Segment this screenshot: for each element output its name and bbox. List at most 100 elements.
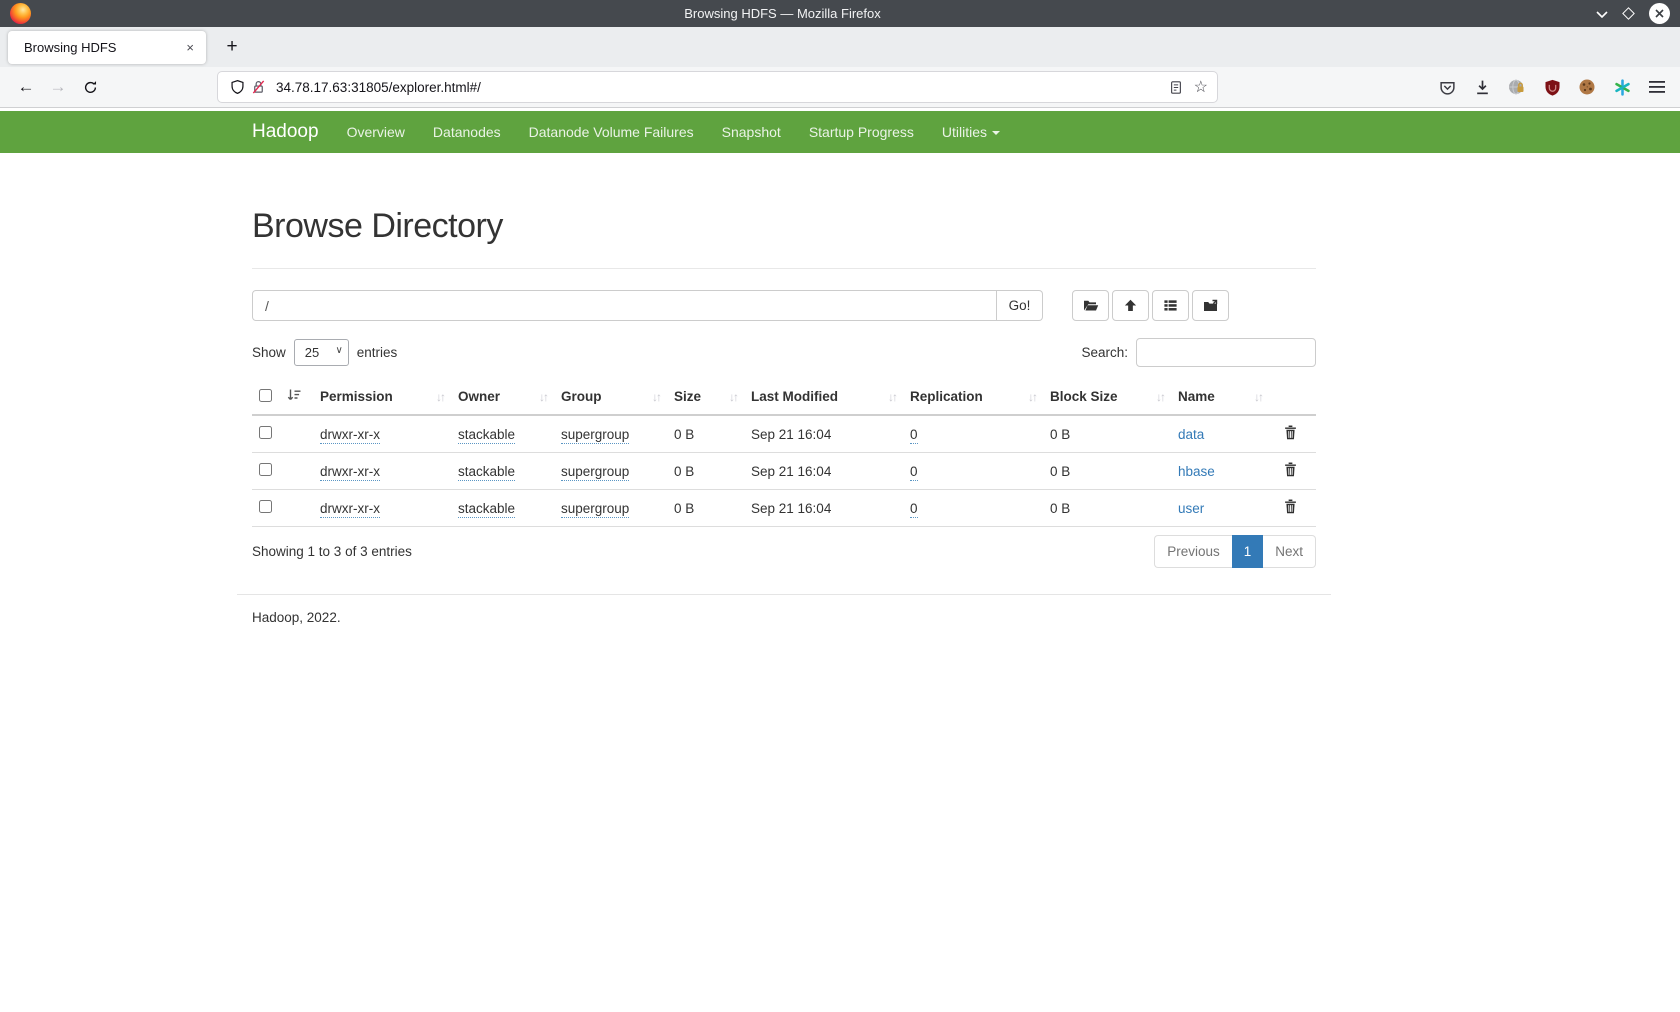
cell-actions [1276,415,1316,453]
select-all-checkbox[interactable] [259,389,272,402]
cell-actions [1276,490,1316,527]
downloads-icon[interactable] [1473,78,1491,96]
header-name[interactable]: Name↓↑ [1178,380,1276,415]
nav-item-datanode-volume-failures[interactable]: Datanode Volume Failures [515,111,708,153]
extension-globe-lock-icon[interactable] [1508,78,1526,96]
url-text[interactable]: 34.78.17.63:31805/explorer.html#/ [276,80,1166,95]
go-button[interactable]: Go! [997,290,1043,321]
directory-link[interactable]: user [1178,501,1204,516]
header-block-size[interactable]: Block Size↓↑ [1050,380,1178,415]
group-value[interactable]: supergroup [561,501,629,518]
row-checkbox[interactable] [259,500,272,513]
header-owner[interactable]: Owner↓↑ [458,380,561,415]
tab-browsing-hdfs[interactable]: Browsing HDFS × [8,31,206,64]
directory-link[interactable]: hbase [1178,464,1215,479]
header-group[interactable]: Group↓↑ [561,380,674,415]
close-window-icon[interactable] [1649,3,1670,24]
sort-arrows-icon[interactable]: ↓↑ [539,390,547,404]
delete-button[interactable] [1276,499,1297,514]
delete-button[interactable] [1276,425,1297,440]
nav-item-datanodes[interactable]: Datanodes [419,111,515,153]
tab-close-icon[interactable]: × [183,40,197,55]
next-page-button[interactable]: Next [1263,535,1316,568]
cell-permission: drwxr-xr-x [320,415,458,453]
menu-hamburger-icon[interactable] [1648,78,1666,96]
cell-name: user [1178,490,1276,527]
current-page-button[interactable]: 1 [1232,535,1264,568]
cell-group: supergroup [561,453,674,490]
header-replication[interactable]: Replication↓↑ [910,380,1050,415]
group-value[interactable]: supergroup [561,464,629,481]
sort-arrows-icon[interactable]: ↓↑ [652,390,660,404]
header-sort-state[interactable] [286,380,320,415]
replication-value[interactable]: 0 [910,464,918,481]
search-input[interactable] [1136,338,1316,367]
directory-table: Permission↓↑ Owner↓↑ Group↓↑ Size↓↑ Last… [252,380,1316,527]
cell-select [252,490,286,527]
header-size[interactable]: Size↓↑ [674,380,751,415]
owner-value[interactable]: stackable [458,464,515,481]
minimize-icon[interactable] [1596,6,1608,21]
group-value[interactable]: supergroup [561,427,629,444]
url-bar[interactable]: 34.78.17.63:31805/explorer.html#/ ☆ [218,72,1217,102]
upload-files-button[interactable] [1112,290,1149,321]
nav-item-utilities[interactable]: Utilities [928,111,1014,153]
cell-name: hbase [1178,453,1276,490]
cell-owner: stackable [458,453,561,490]
cell-sort-spacer [286,490,320,527]
asterisk-extension-icon[interactable] [1613,78,1631,96]
new-tab-button[interactable]: + [217,32,247,62]
header-select-all [252,380,286,415]
sort-arrows-icon[interactable]: ↓↑ [888,390,896,404]
operations-list-button[interactable] [1152,290,1189,321]
permission-value[interactable]: drwxr-xr-x [320,464,380,481]
permission-value[interactable]: drwxr-xr-x [320,427,380,444]
bookmark-star-icon[interactable]: ☆ [1194,77,1208,97]
back-button[interactable]: ← [10,71,42,103]
delete-button[interactable] [1276,462,1297,477]
sort-arrows-icon[interactable]: ↓↑ [1028,390,1036,404]
toolbar-extensions [1438,78,1670,96]
cell-select [252,453,286,490]
nav-item-startup-progress[interactable]: Startup Progress [795,111,928,153]
reader-mode-icon[interactable] [1169,80,1183,95]
sort-arrows-icon[interactable]: ↓↑ [1156,390,1164,404]
replication-value[interactable]: 0 [910,501,918,518]
header-last-modified[interactable]: Last Modified↓↑ [751,380,910,415]
window-titlebar: Browsing HDFS — Mozilla Firefox [0,0,1680,27]
sort-arrows-icon[interactable]: ↓↑ [1254,390,1262,404]
owner-value[interactable]: stackable [458,501,515,518]
footer-text: Hadoop, 2022. [252,610,1316,625]
row-checkbox[interactable] [259,426,272,439]
window-title: Browsing HDFS — Mozilla Firefox [0,0,1565,27]
directory-path-input[interactable] [252,290,997,321]
nav-item-snapshot[interactable]: Snapshot [708,111,795,153]
insecure-lock-icon[interactable] [251,79,266,95]
directory-link[interactable]: data [1178,427,1204,442]
forward-button: → [42,71,74,103]
entries-summary: Showing 1 to 3 of 3 entries [252,544,412,559]
cell-owner: stackable [458,415,561,453]
reload-button[interactable] [74,71,106,103]
replication-value[interactable]: 0 [910,427,918,444]
sort-arrows-icon[interactable]: ↓↑ [436,390,444,404]
nav-item-overview[interactable]: Overview [333,111,419,153]
page-size-select-wrap: 25 ∨ [294,339,349,366]
page-size-select[interactable]: 25 [294,339,349,366]
row-checkbox[interactable] [259,463,272,476]
create-directory-button[interactable] [1192,290,1229,321]
owner-value[interactable]: stackable [458,427,515,444]
previous-page-button[interactable]: Previous [1154,535,1232,568]
pocket-save-icon[interactable] [1438,78,1456,96]
header-permission[interactable]: Permission↓↑ [320,380,458,415]
cookie-extension-icon[interactable] [1578,78,1596,96]
permission-value[interactable]: drwxr-xr-x [320,501,380,518]
folder-open-button[interactable] [1072,290,1109,321]
navbar-brand[interactable]: Hadoop [252,121,319,143]
shield-icon[interactable] [230,79,245,95]
ublock-origin-icon[interactable] [1543,78,1561,96]
cell-actions [1276,453,1316,490]
cell-replication: 0 [910,453,1050,490]
maximize-icon[interactable] [1622,7,1635,20]
sort-arrows-icon[interactable]: ↓↑ [729,390,737,404]
